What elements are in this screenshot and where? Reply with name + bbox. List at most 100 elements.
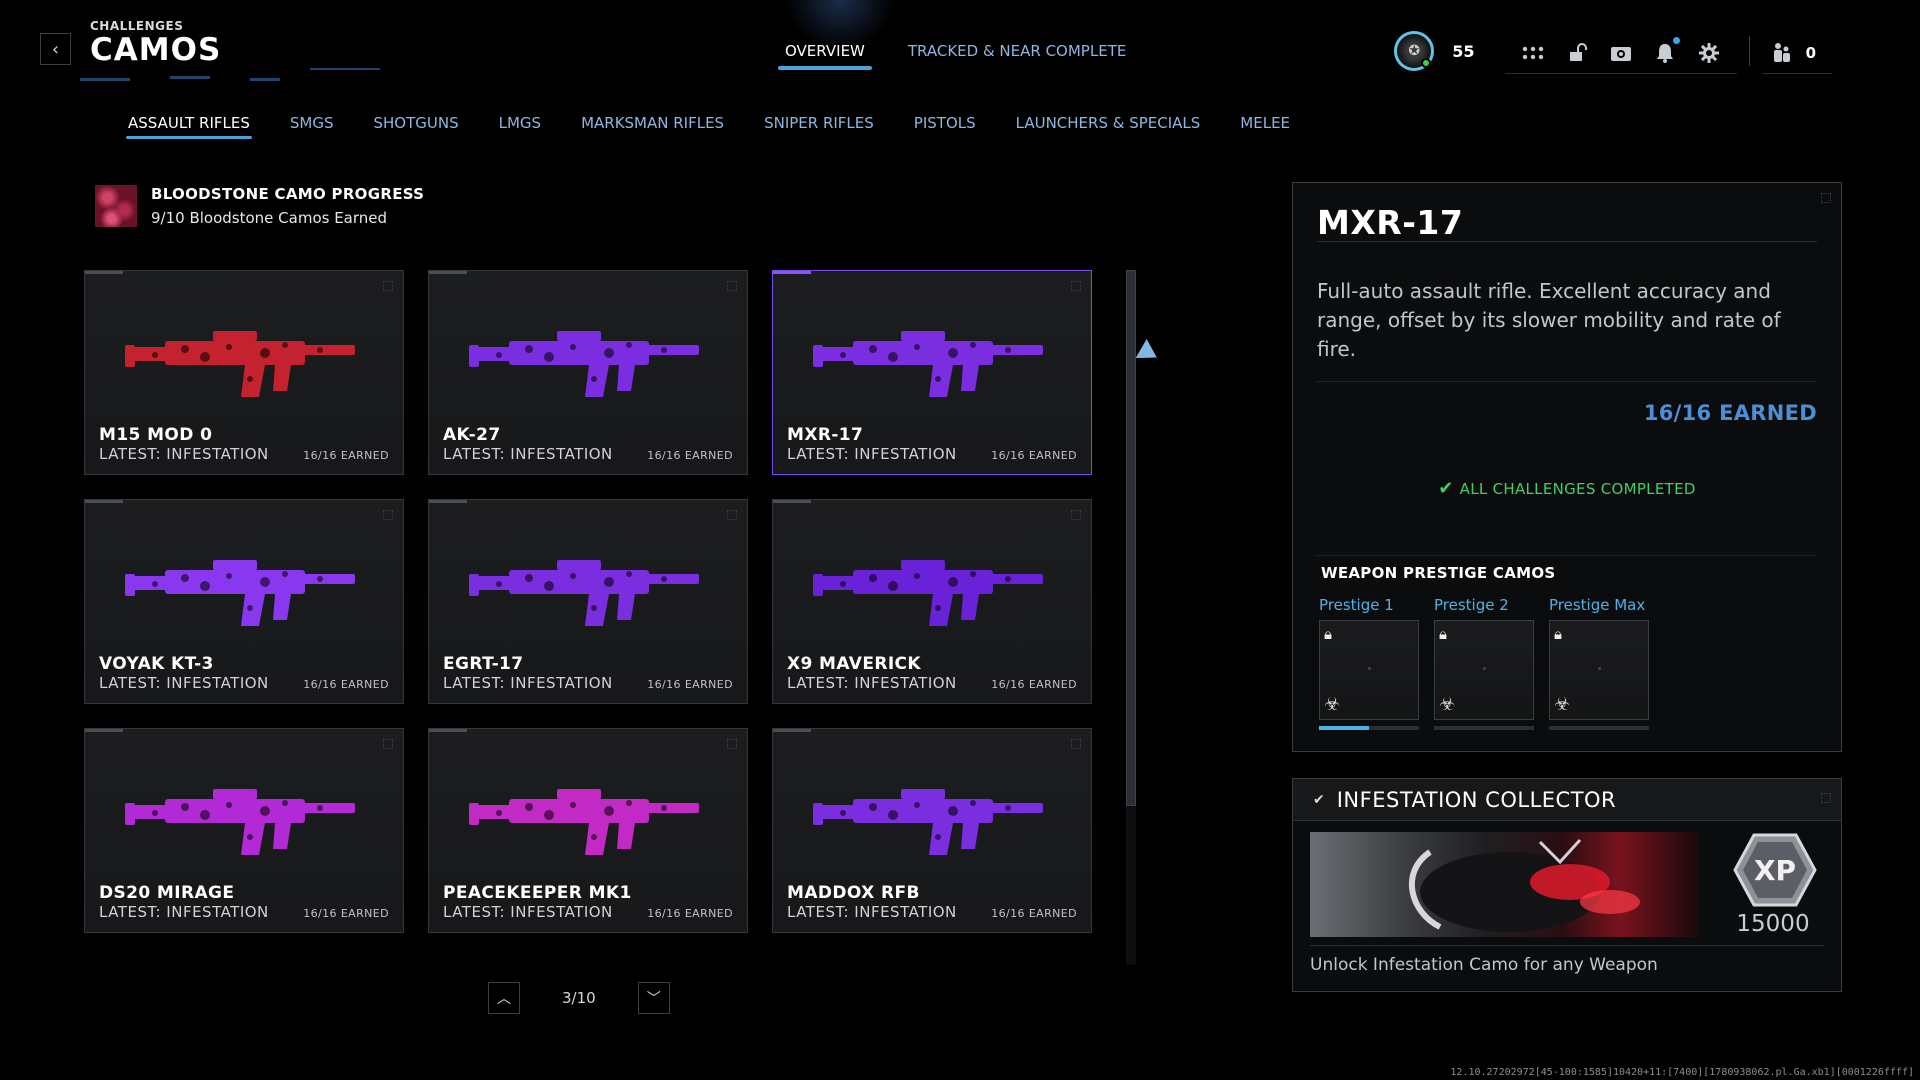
xp-badge-label: XP xyxy=(1754,854,1796,887)
divider xyxy=(1317,555,1817,556)
weapon-card[interactable]: VOYAK KT-3 LATEST: INFESTATION 16/16 EAR… xyxy=(84,499,404,704)
tab-launchers-specials[interactable]: LAUNCHERS & SPECIALS xyxy=(1016,114,1201,132)
card-progress-tab xyxy=(773,271,811,274)
tab-overview[interactable]: OVERVIEW xyxy=(778,38,872,70)
weapon-image xyxy=(813,331,1043,397)
prestige-camo-2[interactable]: Prestige 2 🔒︎ ☣ xyxy=(1434,596,1534,730)
weapon-name: PEACEKEEPER MK1 xyxy=(443,883,632,903)
lock-icon: 🔒︎ xyxy=(1554,625,1562,643)
tab-marksman-rifles[interactable]: MARKSMAN RIFLES xyxy=(581,114,724,132)
weapon-name: VOYAK KT-3 xyxy=(99,654,214,674)
prestige-camo-slot[interactable]: 🔒︎ ☣ xyxy=(1319,620,1419,720)
prestige-progress-bar xyxy=(1549,726,1649,730)
divider xyxy=(1317,381,1817,382)
notification-dot xyxy=(1672,36,1680,44)
tab-shotguns[interactable]: SHOTGUNS xyxy=(373,114,458,132)
lock-icon: 🔒︎ xyxy=(1439,625,1447,643)
weapon-name: M15 MOD 0 xyxy=(99,425,213,445)
card-corner-marker xyxy=(383,510,393,520)
weapon-image xyxy=(469,331,699,397)
grid-scrollbar[interactable] xyxy=(1126,270,1136,965)
online-status-dot xyxy=(1421,58,1432,68)
tab-assault-rifles[interactable]: ASSAULT RIFLES xyxy=(126,114,252,139)
prestige-camo-slot[interactable]: 🔒︎ ☣ xyxy=(1549,620,1649,720)
weapon-name: X9 MAVERICK xyxy=(787,654,922,674)
tab-pistols[interactable]: PISTOLS xyxy=(914,114,976,132)
weapon-card[interactable]: M15 MOD 0 LATEST: INFESTATION 16/16 EARN… xyxy=(84,270,404,475)
biohazard-icon: ☣ xyxy=(1439,694,1456,715)
weapon-image xyxy=(125,331,355,397)
progress-subtitle: 9/10 Bloodstone Camos Earned xyxy=(151,209,388,227)
weapon-latest-camo: LATEST: INFESTATION xyxy=(443,903,613,921)
weapon-image xyxy=(469,560,699,626)
weapon-grid: M15 MOD 0 LATEST: INFESTATION 16/16 EARN… xyxy=(84,270,1092,933)
prestige-camos-title: WEAPON PRESTIGE CAMOS xyxy=(1321,564,1556,582)
camo-progress-header: BLOODSTONE CAMO PROGRESS 9/10 Bloodstone… xyxy=(95,185,424,227)
weapon-name: MXR-17 xyxy=(787,425,864,445)
player-level: 55 xyxy=(1452,41,1475,61)
top-right-bar: ✪ 55 0 xyxy=(1394,26,1832,76)
prestige-label: Prestige 1 xyxy=(1319,596,1394,614)
biohazard-icon: ☣ xyxy=(1324,694,1341,715)
detail-weapon-name: MXR-17 xyxy=(1317,203,1464,242)
weapon-card[interactable]: DS20 MIRAGE LATEST: INFESTATION 16/16 EA… xyxy=(84,728,404,933)
card-progress-tab xyxy=(85,500,123,503)
checkmark-icon: ✔ xyxy=(1438,478,1454,499)
weapon-name: MADDOX RFB xyxy=(787,883,920,903)
tab-lmgs[interactable]: LMGS xyxy=(499,114,541,132)
divider xyxy=(1310,945,1824,946)
chevron-down-icon: ﹀ xyxy=(646,991,661,1007)
reward-panel: ✔ INFESTATION COLLECTOR XP 15000 Unlock … xyxy=(1292,778,1842,992)
weapon-detail-panel: MXR-17 Full-auto assault rifle. Excellen… xyxy=(1292,182,1842,752)
weapon-card[interactable]: PEACEKEEPER MK1 LATEST: INFESTATION 16/1… xyxy=(428,728,748,933)
tab-tracked-near-complete[interactable]: TRACKED & NEAR COMPLETE xyxy=(903,38,1131,64)
weapon-image xyxy=(125,789,355,855)
card-progress-tab xyxy=(85,271,123,274)
weapon-card[interactable]: MADDOX RFB LATEST: INFESTATION 16/16 EAR… xyxy=(772,728,1092,933)
weapon-earned-count: 16/16 EARNED xyxy=(303,907,389,920)
weapon-card[interactable]: EGRT-17 LATEST: INFESTATION 16/16 EARNED xyxy=(428,499,748,704)
bell-icon[interactable] xyxy=(1653,36,1680,65)
card-corner-marker xyxy=(1071,281,1081,291)
social-group[interactable]: 0 xyxy=(1761,41,1832,74)
page-down-button[interactable]: ﹀ xyxy=(637,982,670,1014)
back-button[interactable]: ‹ xyxy=(40,33,71,65)
scroll-thumb[interactable] xyxy=(1126,270,1136,806)
gear-icon[interactable] xyxy=(1697,41,1721,65)
weapon-card[interactable]: AK-27 LATEST: INFESTATION 16/16 EARNED xyxy=(428,270,748,475)
checkmark-icon: ✔ xyxy=(1313,791,1325,808)
prestige-camo-slot[interactable]: 🔒︎ ☣ xyxy=(1434,620,1534,720)
panel-corner-marker xyxy=(1821,793,1831,803)
page-up-button[interactable]: ︿ xyxy=(488,982,520,1014)
challenges-complete-status: ✔ ALL CHALLENGES COMPLETED xyxy=(1293,478,1841,499)
weapon-earned-count: 16/16 EARNED xyxy=(991,678,1077,691)
prestige-emblem-icon: ✪ xyxy=(1408,43,1421,59)
weapon-card[interactable]: MXR-17 LATEST: INFESTATION 16/16 EARNED xyxy=(772,270,1092,475)
prestige-camo-1[interactable]: Prestige 1 🔒︎ ☣ xyxy=(1319,596,1419,730)
card-corner-marker xyxy=(383,739,393,749)
prestige-camo-row: Prestige 1 🔒︎ ☣ Prestige 2 🔒︎ ☣ Prestige… xyxy=(1319,596,1649,730)
utility-icons xyxy=(1504,36,1737,74)
grid-icon[interactable] xyxy=(1521,41,1545,65)
card-progress-tab xyxy=(773,729,811,732)
weapon-image xyxy=(813,560,1043,626)
weapon-card[interactable]: X9 MAVERICK LATEST: INFESTATION 16/16 EA… xyxy=(772,499,1092,704)
weapon-name: DS20 MIRAGE xyxy=(99,883,235,903)
tab-smgs[interactable]: SMGS xyxy=(290,114,334,132)
weapon-latest-camo: LATEST: INFESTATION xyxy=(787,674,957,692)
card-progress-tab xyxy=(429,500,467,503)
tab-sniper-rifles[interactable]: SNIPER RIFLES xyxy=(764,114,874,132)
tab-melee[interactable]: MELEE xyxy=(1240,114,1290,132)
unlock-icon[interactable] xyxy=(1565,41,1589,65)
player-level-badge[interactable]: ✪ xyxy=(1394,31,1435,71)
weapon-earned-count: 16/16 EARNED xyxy=(991,907,1077,920)
card-corner-marker xyxy=(727,281,737,291)
camera-icon[interactable] xyxy=(1609,41,1633,65)
weapon-earned-count: 16/16 EARNED xyxy=(303,678,389,691)
progress-title: BLOODSTONE CAMO PROGRESS xyxy=(151,185,425,203)
card-progress-tab xyxy=(429,271,467,274)
prestige-camo-max[interactable]: Prestige Max 🔒︎ ☣ xyxy=(1549,596,1649,730)
party-icon[interactable] xyxy=(1770,41,1794,65)
pointer-cursor-icon xyxy=(1135,338,1163,368)
lock-icon: 🔒︎ xyxy=(1324,625,1332,643)
